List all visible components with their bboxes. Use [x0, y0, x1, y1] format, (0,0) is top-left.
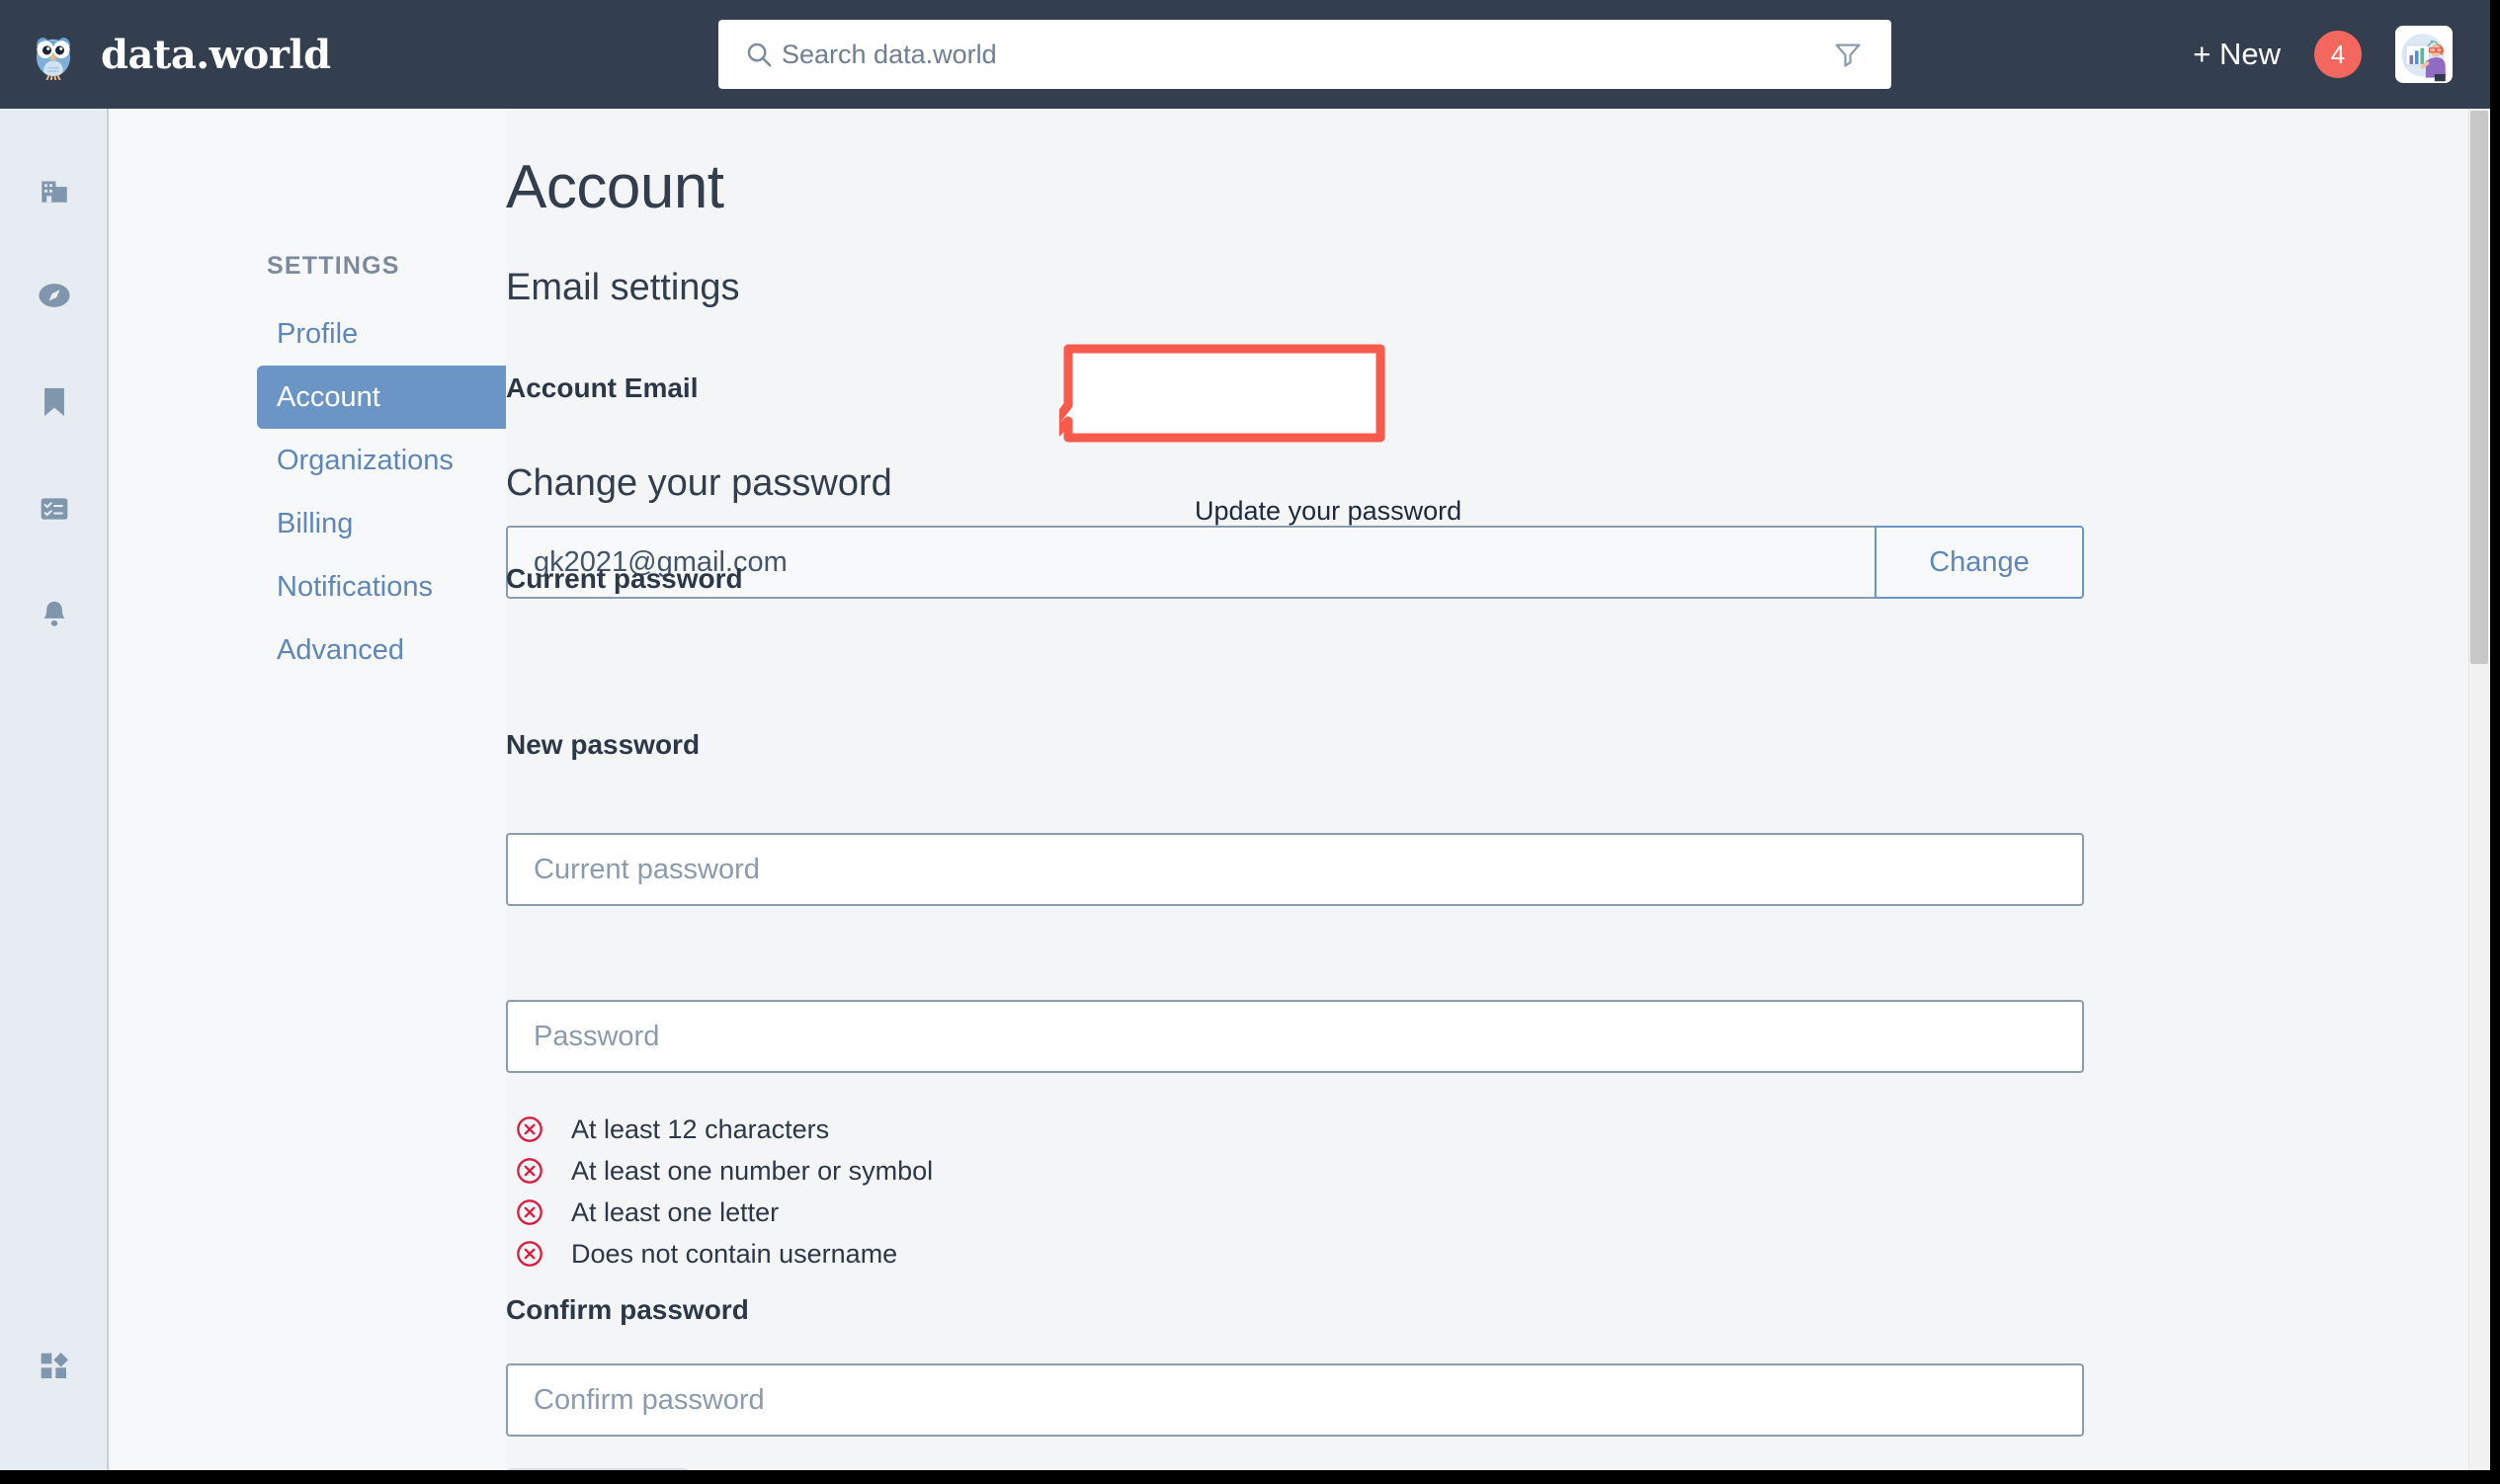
avatar[interactable] [2395, 26, 2453, 83]
annotation-callout [1059, 344, 1385, 443]
confirm-password-label: Confirm password [506, 1294, 749, 1325]
owl-logo-icon [36, 38, 71, 80]
bookmarks-icon[interactable] [0, 374, 109, 430]
list-item: Does not contain username [516, 1233, 933, 1275]
notifications-bell-icon[interactable] [0, 588, 109, 643]
explore-compass-icon[interactable] [0, 268, 109, 323]
sidebar-item-label: Advanced [277, 633, 404, 666]
current-password-label: Current password [506, 563, 743, 594]
top-header-bar: data.world + New 4 [0, 0, 2490, 109]
password-requirements-list: At least 12 characters At least one numb… [516, 1109, 933, 1275]
search-icon [744, 40, 774, 69]
page-title: Account [506, 153, 724, 221]
confirm-password-input[interactable] [506, 1363, 2084, 1437]
change-password-title: Change your password [506, 462, 892, 504]
requirement-text: At least 12 characters [571, 1113, 830, 1144]
new-button[interactable]: + New [2193, 37, 2281, 72]
sidebar-item-label: Notifications [277, 570, 433, 603]
brand-name: data.world [101, 31, 331, 78]
account-email-label: Account Email [506, 372, 699, 403]
fail-circle-x-icon [517, 1241, 542, 1267]
fail-circle-x-icon [517, 1158, 542, 1184]
sidebar-item-label: Billing [277, 507, 354, 539]
save-button[interactable]: Save [506, 1468, 690, 1470]
filter-funnel-icon[interactable] [1832, 39, 1864, 70]
search-input[interactable] [782, 39, 1832, 70]
current-password-input[interactable] [506, 833, 2084, 906]
sidebar-item-label: Organizations [277, 444, 454, 476]
change-email-button[interactable]: Change [1875, 526, 2084, 599]
apps-grid-icon[interactable] [0, 1339, 109, 1394]
app-window: data.world + New 4 [0, 0, 2500, 1484]
list-item: At least one number or symbol [516, 1150, 933, 1192]
fail-circle-x-icon [517, 1116, 542, 1142]
header-actions: + New 4 [2193, 0, 2453, 109]
list-item: At least one letter [516, 1192, 933, 1233]
annotation-callout-text: Update your password [1195, 496, 1462, 526]
new-password-label: New password [506, 729, 701, 760]
settings-heading: SETTINGS [267, 252, 400, 280]
search-bar[interactable] [718, 20, 1891, 89]
notification-badge[interactable]: 4 [2314, 31, 2362, 78]
requirement-text: At least one letter [571, 1196, 780, 1227]
requirement-text: Does not contain username [571, 1238, 898, 1269]
settings-sidebar: SETTINGS Profile Account Organizations B… [111, 109, 560, 1470]
sidebar-item-label: Account [277, 380, 380, 413]
new-password-input[interactable] [506, 1000, 2084, 1073]
brand-logo[interactable]: data.world [28, 29, 331, 80]
sidebar-item-label: Profile [277, 317, 359, 350]
email-settings-title: Email settings [506, 267, 740, 308]
fail-circle-x-icon [517, 1199, 542, 1225]
icon-rail [0, 109, 109, 1470]
page-scrollbar-thumb[interactable] [2470, 111, 2488, 664]
list-item: At least 12 characters [516, 1109, 933, 1150]
organizations-building-icon[interactable] [0, 162, 109, 217]
requirement-text: At least one number or symbol [571, 1155, 934, 1186]
main-content: Account Email settings Account Email Cha… [506, 109, 2468, 1470]
projects-checklist-icon[interactable] [0, 481, 109, 536]
